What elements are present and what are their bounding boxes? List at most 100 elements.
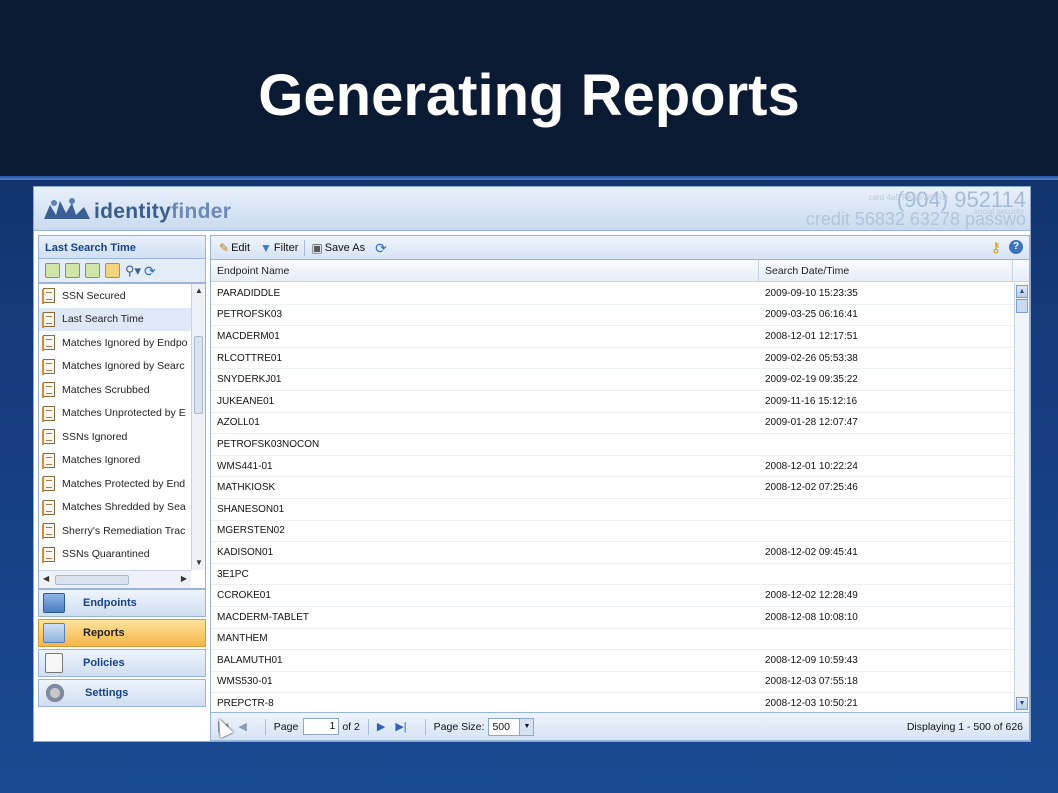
column-header-endpoint[interactable]: Endpoint Name [211,260,759,281]
pager-separator [367,718,369,735]
search-date-cell: 2009-03-25 06:16:41 [765,309,858,321]
table-row[interactable]: PREPCTR-8 2008-12-03 10:50:21 [211,693,1014,712]
report-list-item[interactable]: Matches Scrubbed [39,378,191,402]
report-list-item[interactable]: Sherry's Remediation Trac [39,519,191,543]
copy-report-icon[interactable] [65,263,80,278]
table-row[interactable]: 3E1PC [211,564,1014,586]
nav-reports[interactable]: Reports [38,619,206,647]
report-list-item[interactable]: SSNs Quarantined [39,543,191,567]
banner-decoration: (904) 952114 credit 56832 63278 passwo c… [786,187,1026,230]
table-row[interactable]: CCROKE01 2008-12-02 12:28:49 [211,585,1014,607]
report-list-item[interactable]: SSNs Ignored [39,425,191,449]
app-window: identityfinder (904) 952114 credit 56832… [33,186,1031,742]
endpoint-name-cell: WMS441-01 [217,460,273,472]
search-date-cell: 2008-12-02 07:25:46 [765,482,858,494]
scroll-left-icon[interactable]: ◀ [43,574,49,583]
report-icon [42,429,55,446]
grid-header: Endpoint Name Search Date/Time [211,260,1029,282]
page-size-select[interactable]: 500 ▼ [488,717,535,736]
report-list-item[interactable]: Matches Unprotected by E [39,402,191,426]
edit-button[interactable]: ✎ Edit [219,241,250,255]
table-row[interactable]: PETROFSK03 2009-03-25 06:16:41 [211,305,1014,327]
report-list-vscroll[interactable]: ▲ ▼ [191,284,205,570]
nav-endpoints[interactable]: Endpoints [38,589,206,617]
nav-settings[interactable]: Settings [38,679,206,707]
last-page-icon[interactable]: ▶| [395,720,406,733]
table-row[interactable]: WMS530-01 2008-12-03 07:55:18 [211,672,1014,694]
table-row[interactable]: JUKEANE01 2009-11-16 15:12:16 [211,391,1014,413]
report-list-item[interactable]: Matches Ignored [39,449,191,473]
table-row[interactable]: WMS441-01 2008-12-01 10:22:24 [211,456,1014,478]
table-row[interactable]: KADISON01 2008-12-02 09:45:41 [211,542,1014,564]
table-row[interactable]: MACDERM01 2008-12-01 12:17:51 [211,326,1014,348]
grid-vscroll[interactable]: ▲ ▼ [1014,283,1029,712]
search-icon[interactable]: ⚲▾ [125,263,141,278]
page-number-input[interactable]: 1 [303,718,340,735]
page-size-label: Page Size: [433,720,485,733]
table-row[interactable]: SNYDERKJ01 2009-02-19 09:35:22 [211,369,1014,391]
table-row[interactable]: RLCOTTRE01 2009-02-26 05:53:38 [211,348,1014,370]
next-page-icon[interactable]: ▶ [377,720,385,733]
table-row[interactable]: SHANESON01 [211,499,1014,521]
table-row[interactable]: PARADIDDLE 2009-09-10 15:23:35 [211,283,1014,305]
report-list-item[interactable]: Matches Shredded by Sea [39,496,191,520]
hscroll-thumb[interactable] [55,575,129,585]
table-row[interactable]: PETROFSK03NOCON [211,434,1014,456]
table-row[interactable]: BALAMUTH01 2008-12-09 10:59:43 [211,650,1014,672]
report-list-hscroll[interactable]: ◀ ▶ [39,570,191,588]
report-icon [42,452,55,469]
pager-separator [424,718,426,735]
endpoint-name-cell: WMS530-01 [217,676,273,688]
key-icon[interactable]: ⚷ [991,240,1001,254]
endpoint-name-cell: KADISON01 [217,546,274,558]
folder-icon[interactable] [105,263,120,278]
endpoint-name-cell: AZOLL01 [217,417,260,429]
scroll-down-icon[interactable]: ▼ [1016,697,1028,710]
filter-button[interactable]: ▼ Filter [260,241,298,255]
report-icon [42,405,55,422]
search-date-cell: 2009-11-16 15:12:16 [765,395,858,407]
search-date-cell: 2008-12-08 10:08:10 [765,611,858,623]
column-header-search-date[interactable]: Search Date/Time [759,260,1013,281]
search-date-cell: 2009-02-26 05:53:38 [765,352,858,364]
scroll-up-icon[interactable]: ▲ [194,286,204,296]
scroll-down-icon[interactable]: ▼ [194,558,204,568]
reports-icon [43,623,65,643]
nav-label: Reports [83,627,125,639]
endpoint-name-cell: MGERSTEN02 [217,525,285,537]
table-row[interactable]: AZOLL01 2009-01-28 12:07:47 [211,413,1014,435]
report-list-label: SSNs Ignored [62,430,128,443]
grid-scroll-thumb[interactable] [1016,299,1028,313]
table-row[interactable]: MACDERM-TABLET 2008-12-08 10:08:10 [211,607,1014,629]
endpoint-name-cell: MATHKIOSK [217,482,276,494]
scroll-up-icon[interactable]: ▲ [1016,285,1028,298]
report-list-item[interactable]: Matches Ignored by Endpo [39,331,191,355]
report-toolbar: ⚲▾ ⟳ [38,259,206,283]
refresh-icon[interactable]: ⟳ [144,264,156,278]
grid-refresh-icon[interactable]: ⟳ [375,241,387,255]
report-list-label: Matches Shredded by Sea [62,501,186,514]
report-list-item[interactable]: Last Search Time [39,307,191,331]
save-as-button[interactable]: ▣ Save As [311,241,365,255]
endpoint-name-cell: SNYDERKJ01 [217,374,282,386]
import-report-icon[interactable] [85,263,100,278]
scroll-thumb[interactable] [194,336,203,414]
report-list-item[interactable]: SSN Secured [39,284,191,308]
new-report-icon[interactable] [45,263,60,278]
search-date-cell: 2009-09-10 15:23:35 [765,287,858,299]
table-row[interactable]: MATHKIOSK 2008-12-02 07:25:46 [211,477,1014,499]
table-row[interactable]: MANTHEM [211,629,1014,651]
page-label: Page [273,720,299,733]
help-icon[interactable]: ? [1009,240,1023,254]
endpoint-name-cell: SHANESON01 [217,503,285,515]
report-list-item[interactable]: Matches Protected by End [39,472,191,496]
banner-small-1: card 4a5 PASSWORD [868,193,948,202]
edit-label: Edit [231,241,251,254]
report-panel-header: Last Search Time [38,235,206,259]
prev-page-icon[interactable]: ◀ [238,720,246,733]
scroll-right-icon[interactable]: ▶ [181,574,187,583]
report-list-item[interactable]: Matches Ignored by Searc [39,355,191,379]
table-row[interactable]: MGERSTEN02 [211,521,1014,543]
nav-policies[interactable]: Policies [38,649,206,677]
policies-icon [45,653,63,673]
